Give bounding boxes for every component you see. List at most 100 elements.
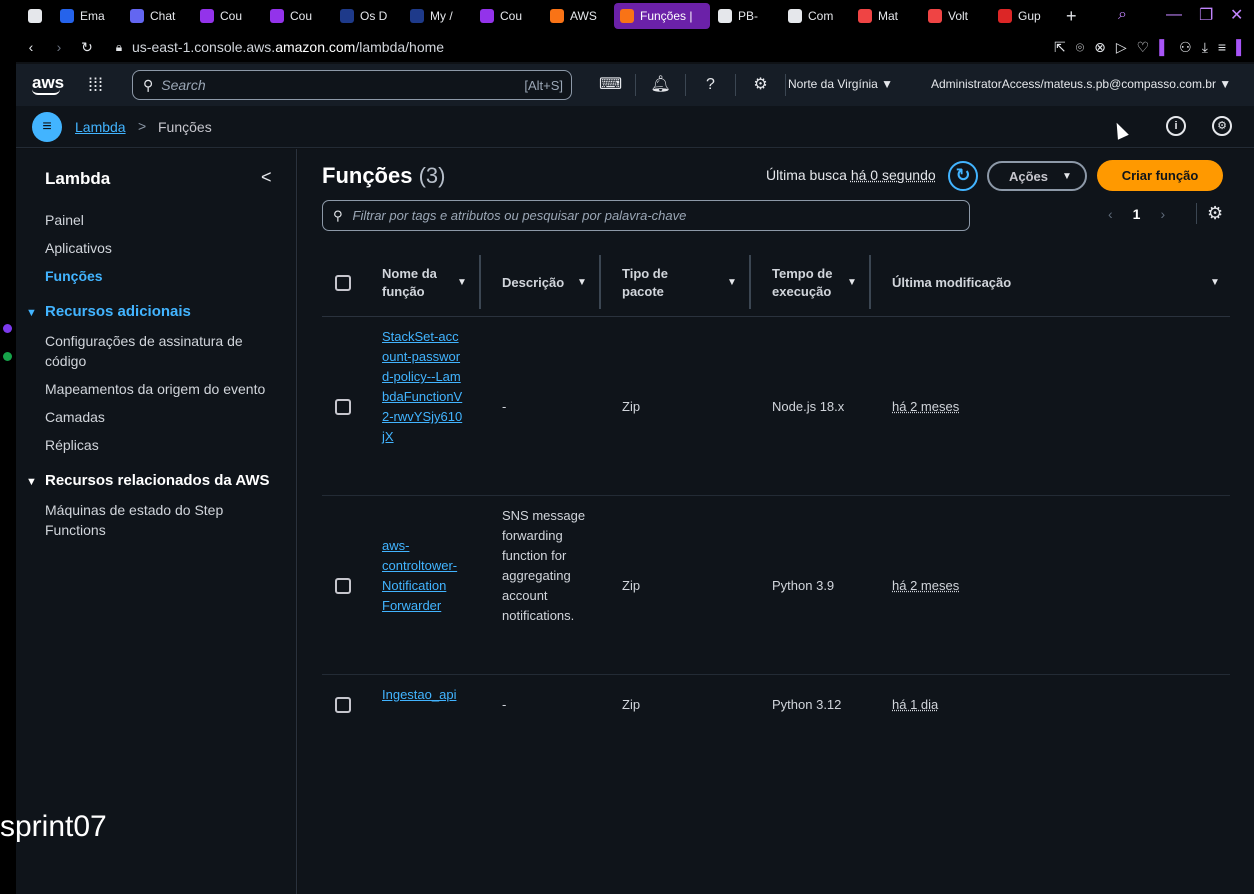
browser-tab[interactable]: Os D [334,3,402,29]
minimize-icon[interactable]: — [1166,0,1182,30]
sort-icon[interactable]: ▼ [847,274,857,292]
filter-input[interactable]: ⚲ Filtrar por tags e atributos ou pesqui… [322,200,970,231]
row-checkbox[interactable] [335,399,351,415]
sidebar-item-camadas[interactable]: Camadas [45,407,275,427]
info-icon[interactable]: i [1166,116,1186,136]
maximize-icon[interactable]: ❐ [1199,0,1213,30]
column-header-runtime[interactable]: Tempo de execução ▼ [772,249,862,317]
back-icon[interactable]: ‹ [22,39,40,55]
row-checkbox[interactable] [335,578,351,594]
column-divider[interactable] [749,255,751,309]
preferences-icon[interactable]: ⚙ [1212,116,1232,136]
browser-tab[interactable]: Gup [992,3,1060,29]
table-settings-icon[interactable]: ⚙ [1196,203,1223,224]
panel-app-icon[interactable] [3,324,12,333]
adblock-icon[interactable]: ⊗ [1094,39,1106,56]
sort-icon[interactable]: ▼ [577,274,587,292]
browser-tab[interactable]: Cou [194,3,262,29]
column-divider[interactable] [599,255,601,309]
forward-icon[interactable]: › [50,39,68,55]
menu-icon[interactable]: ≡ [1218,39,1226,55]
aws-logo[interactable]: aws [32,74,66,95]
sidebar-item-assinatura[interactable]: Configurações de assinatura de código [45,331,275,371]
column-header-description[interactable]: Descrição ▼ [502,249,592,317]
sidebar-bar: ▌ [1236,39,1246,55]
sort-icon[interactable]: ▼ [457,274,467,292]
close-window-icon[interactable]: ✕ [1230,0,1243,30]
send-icon[interactable]: ▷ [1116,39,1127,56]
course-icon [480,9,494,23]
breadcrumb-lambda[interactable]: Lambda [75,119,126,135]
table-header: Nome da função ▼ Descrição ▼ Tipo de pacot… [322,249,1230,317]
collapse-icon[interactable]: < [261,167,272,188]
function-description: - [502,399,507,414]
browser-tab[interactable]: Cou [264,3,332,29]
profile-icon[interactable]: ⚇ [1179,39,1192,56]
browser-tab[interactable]: Volt [922,3,990,29]
sidebar-section-recursos-adicionais[interactable]: ▼ Recursos adicionais [26,302,191,323]
prev-page-icon[interactable]: ‹ [1108,206,1113,222]
function-name-link[interactable]: Ingestao_api [382,685,464,705]
camera-icon[interactable]: ⌾ [1076,39,1084,56]
table-row: Ingestao_api - Zip Python 3.12 há 1 dia [322,675,1230,735]
region-selector[interactable]: Norte da Virgínia ▼ [788,77,893,91]
column-header-package[interactable]: Tipo de pacote ▼ [622,249,742,317]
create-function-button[interactable]: Criar função [1097,160,1223,191]
browser-tab[interactable]: Funções | [614,3,710,29]
settings-icon[interactable]: ⚙ [736,74,786,96]
new-tab-button[interactable]: + [1066,6,1077,27]
browser-tab[interactable]: Chat [124,3,192,29]
browser-tab[interactable]: Ema [54,3,122,29]
tab-label: Ema [80,9,105,23]
panel-app-icon[interactable] [3,352,12,361]
download-icon[interactable]: ⤓ [1202,39,1208,56]
aws-icon [550,9,564,23]
url-field[interactable]: us-east-1.console.aws.amazon.com/lambda/… [132,39,444,55]
browser-tab-bar: Ema Chat Cou Cou Os D My / Cou AWS Funções | PB- C… [0,0,1254,32]
notifications-icon[interactable]: 🔔︎ [636,74,686,96]
sidebar-item-step-functions[interactable]: Máquinas de estado do Step Functions [45,500,245,540]
column-divider[interactable] [479,255,481,309]
row-checkbox[interactable] [335,697,351,713]
help-icon[interactable]: ? [686,74,736,96]
sidebar-item-funcoes[interactable]: Funções [45,266,275,286]
last-search: Última busca há 0 segundo [766,167,936,183]
column-header-name[interactable]: Nome da função ▼ [382,249,472,317]
sidebar-item-mapeamentos[interactable]: Mapeamentos da origem do evento [45,379,275,399]
browser-tab[interactable]: Com [782,3,850,29]
function-name-link[interactable]: StackSet-account-password-policy--Lambda… [382,327,464,447]
share-icon[interactable]: ⇱ [1054,39,1066,56]
menu-icon[interactable]: ≡ [32,112,62,142]
sort-icon[interactable]: ▼ [1210,274,1220,292]
refresh-button[interactable]: ↻ [948,161,978,191]
search-input[interactable]: ⚲ Search [Alt+S] [132,70,572,100]
function-description: - [502,697,507,712]
browser-tab[interactable]: AWS [544,3,612,29]
column-divider[interactable] [869,255,871,309]
browser-tab[interactable]: PB- [712,3,780,29]
sidebar-item-replicas[interactable]: Réplicas [45,435,275,455]
next-page-icon[interactable]: › [1160,206,1165,222]
browser-tab[interactable]: My / [404,3,472,29]
page-number[interactable]: 1 [1133,206,1141,222]
column-header-modified[interactable]: Última modificação ▼ [892,249,1222,317]
sidebar-section-recursos-relacionados[interactable]: ▼ Recursos relacionados da AWS [26,471,270,492]
account-menu[interactable]: AdministratorAccess/mateus.s.pb@compasso… [931,77,1231,91]
sidebar-item-painel[interactable]: Painel [45,210,275,230]
course-icon [200,9,214,23]
heart-icon[interactable]: ♡ [1137,39,1150,56]
browser-tab[interactable]: Mat [852,3,920,29]
sidebar-item-aplicativos[interactable]: Aplicativos [45,238,275,258]
dropdown-caret-icon: ▼ [1062,170,1072,182]
browser-tab[interactable] [22,3,52,29]
sort-icon[interactable]: ▼ [727,274,737,292]
actions-dropdown[interactable]: Ações ▼ [987,161,1087,191]
browser-tab[interactable]: Cou [474,3,542,29]
function-name-link[interactable]: aws-controltower-Notification Forwarder [382,536,464,616]
reload-icon[interactable]: ↻ [78,39,96,56]
select-all-checkbox[interactable] [335,275,351,291]
tab-label: Chat [150,9,176,23]
services-grid-icon[interactable]: ⁞⁞⁞ [88,75,103,96]
cloudshell-icon[interactable]: ⌨ [586,74,636,96]
search-tabs-icon[interactable]: ⌕ [1118,0,1127,30]
